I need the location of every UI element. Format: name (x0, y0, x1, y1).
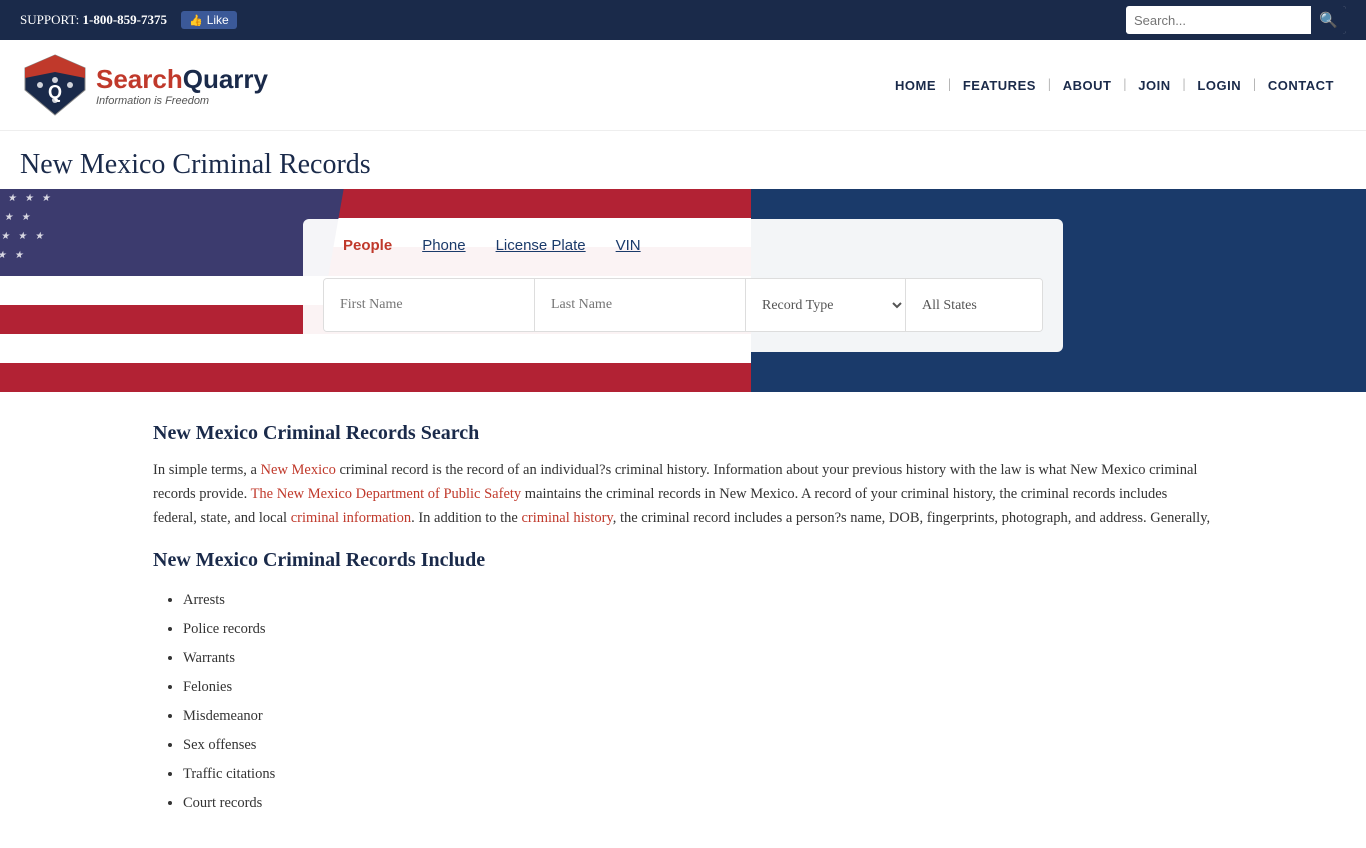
logo-shield-icon: Q (20, 50, 90, 120)
star-row-4: ★ ★ ★ ★ (0, 246, 333, 265)
tab-vin[interactable]: VIN (616, 237, 641, 256)
last-name-input[interactable] (535, 279, 746, 331)
link-dept-public-safety[interactable]: The New Mexico Department of Public Safe… (251, 486, 522, 502)
search-tabs: People Phone License Plate VIN (323, 229, 1043, 266)
record-type-select[interactable]: Record Type Criminal Arrest Court (746, 279, 906, 331)
top-search-button[interactable]: 🔍 (1311, 6, 1346, 34)
nav-login[interactable]: LOGIN (1185, 78, 1253, 93)
tab-license-plate[interactable]: License Plate (496, 237, 586, 256)
star-row-3: ★ ★ ★ ★ ★ (0, 227, 337, 246)
logo-tagline: Information is Freedom (96, 95, 268, 107)
nav-features[interactable]: FEATURES (951, 78, 1048, 93)
list-item: Warrants (183, 644, 1213, 673)
header: Q SearchQuarry Information is Freedom HO… (0, 40, 1366, 131)
list-item: Felonies (183, 673, 1213, 702)
nav-about[interactable]: ABOUT (1051, 78, 1124, 93)
link-criminal-information[interactable]: criminal information (291, 510, 411, 526)
logo-brand: SearchQuarry (96, 64, 268, 95)
list-item: Traffic citations (183, 760, 1213, 789)
nav-home[interactable]: HOME (883, 78, 948, 93)
star-icon: ★ (24, 193, 35, 204)
star-icon: ★ (4, 212, 15, 223)
svg-text:Q: Q (48, 82, 62, 102)
page-title: New Mexico Criminal Records (20, 149, 1346, 181)
fb-like-button[interactable]: 👍 Like (181, 11, 237, 29)
link-criminal-history[interactable]: criminal history (521, 510, 612, 526)
top-search-bar: 🔍 (1126, 6, 1346, 34)
hero-banner: ★ ★ ★ ★ ★ ★ ★ ★ ★ ★ ★ ★ ★ ★ ★ ★ (0, 189, 1366, 392)
list-item: Police records (183, 615, 1213, 644)
tab-people[interactable]: People (343, 237, 392, 256)
logo-text: SearchQuarry Information is Freedom (96, 64, 268, 107)
star-icon: ★ (41, 193, 52, 204)
tab-phone[interactable]: Phone (422, 237, 465, 256)
records-list: ArrestsPolice recordsWarrantsFeloniesMis… (183, 586, 1213, 818)
top-bar: SUPPORT: 1-800-859-7375 👍 Like 🔍 (0, 0, 1366, 40)
section1-heading: New Mexico Criminal Records Search (153, 422, 1213, 445)
star-row-1: ★ ★ ★ ★ ★ (0, 189, 343, 208)
top-bar-left: SUPPORT: 1-800-859-7375 👍 Like (20, 11, 237, 29)
star-icon: ★ (14, 250, 25, 261)
list-item: Misdemeanor (183, 702, 1213, 731)
first-name-input[interactable] (324, 279, 535, 331)
page-title-area: New Mexico Criminal Records (0, 131, 1366, 189)
search-card: People Phone License Plate VIN Record Ty… (303, 219, 1063, 352)
star-icon: ★ (0, 231, 11, 242)
fb-thumb-icon: 👍 (189, 14, 203, 27)
support-phone: SUPPORT: 1-800-859-7375 (20, 12, 167, 28)
star-icon: ★ (0, 193, 1, 204)
star-icon: ★ (7, 193, 18, 204)
top-search-input[interactable] (1126, 9, 1311, 32)
flag-canton: ★ ★ ★ ★ ★ ★ ★ ★ ★ ★ ★ ★ ★ ★ ★ ★ (0, 189, 343, 276)
list-item: Court records (183, 789, 1213, 818)
list-item: Arrests (183, 586, 1213, 615)
section2-heading: New Mexico Criminal Records Include (153, 549, 1213, 572)
star-icon: ★ (0, 250, 8, 261)
flag-stripe-red4 (0, 363, 751, 392)
content-para1: In simple terms, a New Mexico criminal r… (153, 459, 1213, 531)
list-item: Sex offenses (183, 731, 1213, 760)
nav-contact[interactable]: CONTACT (1256, 78, 1346, 93)
link-new-mexico[interactable]: New Mexico (261, 462, 336, 478)
nav-join[interactable]: JOIN (1126, 78, 1182, 93)
star-row-2: ★ ★ ★ ★ (0, 208, 340, 227)
star-icon: ★ (17, 231, 28, 242)
main-nav: HOME | FEATURES | ABOUT | JOIN | LOGIN |… (883, 77, 1346, 93)
star-icon: ★ (21, 212, 32, 223)
logo-area: Q SearchQuarry Information is Freedom (20, 50, 268, 120)
search-form: Record Type Criminal Arrest Court All St… (323, 278, 1043, 332)
states-select[interactable]: All States New Mexico Texas California (906, 279, 1043, 331)
content-area: New Mexico Criminal Records Search In si… (133, 392, 1233, 848)
star-icon: ★ (34, 231, 45, 242)
